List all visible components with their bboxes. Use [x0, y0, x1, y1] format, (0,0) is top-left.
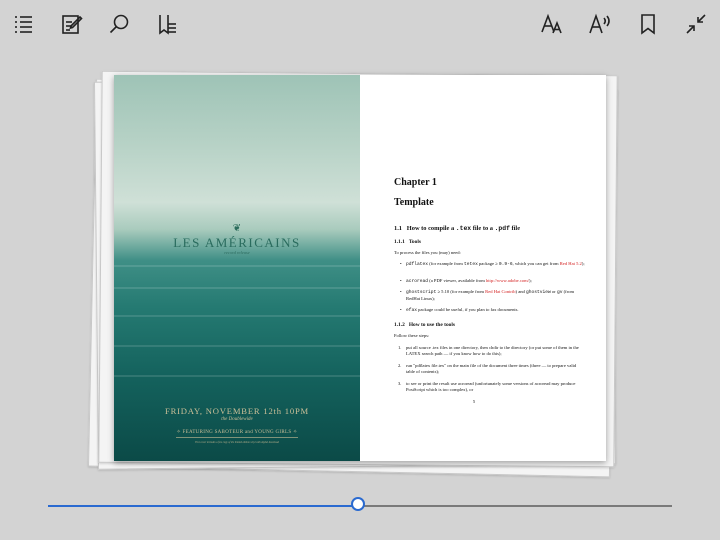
- book-spread[interactable]: ❦ LES AMÉRICAINS record release FRIDAY, …: [114, 75, 606, 461]
- link[interactable]: Red Hat Contrib: [485, 289, 515, 294]
- numbered-item: 1. put all source .tex files in one direc…: [398, 345, 579, 356]
- link[interactable]: http://www.adobe.com/: [486, 278, 529, 283]
- cover-date: FRIDAY, NOVEMBER 12th 10PM: [164, 406, 309, 416]
- exit-fullscreen-icon[interactable]: [682, 10, 710, 38]
- cover-title: LES AMÉRICAINS: [173, 235, 301, 250]
- numbered-item: 2. run "pdflatex file.tex" on the main fi…: [398, 363, 577, 374]
- section-heading: 1.1 How to compile a .tex file to a .pdf…: [394, 225, 521, 232]
- link[interactable]: Red Hat 5.2: [560, 261, 582, 266]
- numbered-item: 3. to see or print the result use acrorea…: [398, 381, 576, 392]
- subsection-heading: 1.1.1 Tools: [394, 239, 421, 245]
- progress-slider-fill: [48, 505, 359, 507]
- cover-subtitle: record release: [224, 250, 250, 255]
- notes-icon[interactable]: [57, 10, 85, 38]
- cover-featuring: ✧ FEATURING SABOTEUR and YOUNG GIRLS ✧: [176, 430, 298, 435]
- bookmark-icon[interactable]: [634, 10, 662, 38]
- paragraph: Follow these steps:: [394, 333, 430, 338]
- list-item: • efax package could be useful, if you pl…: [400, 307, 519, 313]
- search-icon[interactable]: [105, 10, 133, 38]
- text-size-icon[interactable]: [538, 10, 566, 38]
- paragraph: To process the files you (may) need:: [394, 250, 461, 255]
- cover-page: ❦ LES AMÉRICAINS record release FRIDAY, …: [114, 75, 360, 461]
- list-item: • acroread (a PDF viewer, available from …: [400, 278, 532, 284]
- chapter-title: Template: [394, 197, 434, 208]
- list-item: • pdflatex (for example from tetex packag…: [400, 261, 585, 267]
- content-page: Chapter 1 Template 1.1 How to compile a …: [360, 75, 606, 461]
- subsection-heading: 1.1.2 How to use the tools: [394, 322, 455, 328]
- cover-divider: [176, 437, 298, 438]
- page-number: 5: [472, 399, 476, 404]
- cover-fineprint: Free cover includes a free copy of the l…: [195, 441, 279, 444]
- list-item: • ghostscript ≥ 5.10 (for example from Re…: [400, 289, 575, 301]
- bird-logo-icon: ❦: [232, 223, 242, 234]
- read-aloud-icon[interactable]: [586, 10, 614, 38]
- table-of-contents-icon[interactable]: [9, 10, 37, 38]
- progress-slider-thumb[interactable]: [351, 497, 366, 511]
- bookmarks-list-icon[interactable]: [153, 10, 181, 38]
- cover-venue: the Doublewide: [221, 417, 253, 422]
- chapter-label: Chapter 1: [394, 177, 437, 188]
